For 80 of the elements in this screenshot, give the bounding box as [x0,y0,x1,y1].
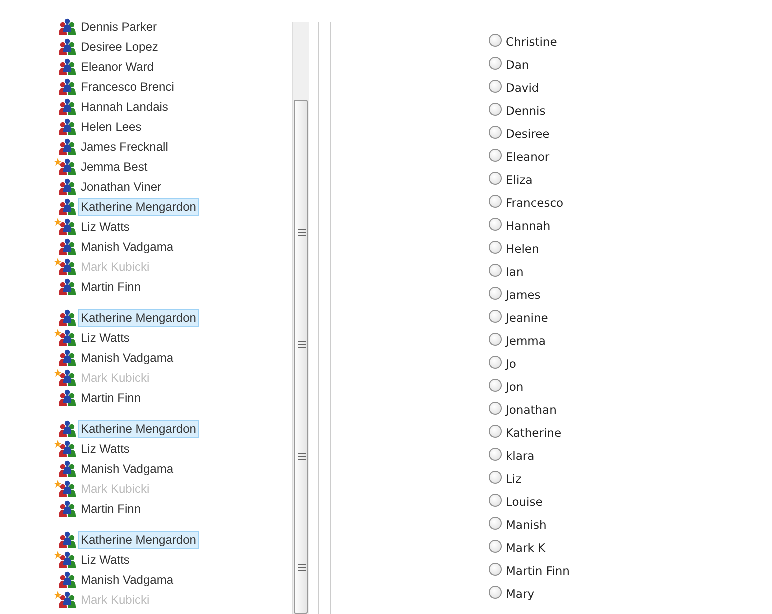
radio-label[interactable]: Louise [506,494,543,512]
radio-button[interactable] [489,287,502,300]
radio-button[interactable] [489,586,502,599]
tree-item[interactable]: Liz Watts [78,329,133,347]
radio-button[interactable] [489,241,502,254]
tree-item[interactable]: Katherine Mengardon [78,309,200,327]
radio-label[interactable]: Desiree [506,126,550,144]
radio-button[interactable] [489,80,502,93]
radio-button[interactable] [489,172,502,185]
grip-icon [298,564,306,571]
tree-item[interactable]: Jemma Best [78,158,151,176]
tree-item[interactable]: Manish Vadgama [78,238,176,256]
radio-label[interactable]: Jeanine [506,310,548,328]
radio-button[interactable] [489,448,502,461]
tree-item[interactable]: Martin Finn [78,500,144,518]
radio-label[interactable]: Christine [506,34,558,52]
tree-item[interactable]: Martin Finn [78,278,144,296]
tree-item[interactable]: James Frecknall [78,138,172,156]
radio-label[interactable]: Francesco [506,194,564,212]
radio-button[interactable] [489,517,502,530]
radio-label[interactable]: Katherine [506,424,562,442]
radio-button[interactable] [489,425,502,438]
radio-button[interactable] [489,333,502,346]
tree-item[interactable]: Manish Vadgama [78,349,176,367]
tree-item[interactable]: Eleanor Ward [78,58,157,76]
radio-label[interactable]: Manish [506,516,547,534]
radio-button[interactable] [489,563,502,576]
radio-button[interactable] [489,356,502,369]
radio-label[interactable]: Eleanor [506,148,550,166]
grip-icon [298,229,306,236]
radio-button[interactable] [489,57,502,70]
radio-button[interactable] [489,310,502,323]
grip-icon [298,341,306,348]
tree-item[interactable]: Dennis Parker [78,18,160,36]
tree-item[interactable]: Desiree Lopez [78,38,162,56]
tree-item[interactable]: Martin Finn [78,389,144,407]
tree-item[interactable]: Katherine Mengardon [78,420,200,438]
radio-label[interactable]: Helen [506,240,540,258]
tree-item[interactable]: Helen Lees [78,118,145,136]
tree-item[interactable]: Liz Watts [78,551,133,569]
radio-label[interactable]: Dan [506,56,530,74]
radio-button[interactable] [489,149,502,162]
radio-button[interactable] [489,494,502,507]
radio-button[interactable] [489,103,502,116]
radio-label[interactable]: Jemma [506,332,546,350]
radio-button[interactable] [489,379,502,392]
radio-label[interactable]: James [506,286,541,304]
radio-label[interactable]: Ian [506,264,524,282]
radio-label[interactable]: Eliza [506,172,533,190]
radio-label[interactable]: Mary [506,586,535,604]
radio-label[interactable]: Liz [506,470,522,488]
radio-button[interactable] [489,34,502,47]
tree-item[interactable]: Francesco Brenci [78,78,178,96]
tree-item[interactable]: Manish Vadgama [78,460,176,478]
scrollbar-thumb[interactable] [294,100,308,614]
radio-label[interactable]: klara [506,448,535,466]
tree-item[interactable]: Manish Vadgama [78,571,176,589]
radio-button[interactable] [489,126,502,139]
radio-label[interactable]: Martin Finn [506,562,570,580]
radio-label[interactable]: Mark K [506,540,546,558]
radio-button[interactable] [489,402,502,415]
tree-item[interactable]: Katherine Mengardon [78,198,200,216]
radio-label[interactable]: Jonathan [506,402,557,420]
radio-button[interactable] [489,218,502,231]
radio-label[interactable]: Hannah [506,218,551,236]
tree-item[interactable]: Hannah Landais [78,98,172,116]
radio-button[interactable] [489,471,502,484]
radio-label[interactable]: Jo [506,356,516,374]
radio-button[interactable] [489,195,502,208]
tree-item[interactable]: Katherine Mengardon [78,531,200,549]
tree-item[interactable]: Liz Watts [78,440,133,458]
scrollbar[interactable] [292,22,309,614]
radio-label[interactable]: Jon [506,378,524,396]
radio-label[interactable]: Dennis [506,102,546,120]
tree-item[interactable]: Jonathan Viner [78,178,165,196]
grip-icon [298,453,306,460]
radio-label[interactable]: David [506,80,540,98]
tree-item[interactable]: Liz Watts [78,218,133,236]
radio-button[interactable] [489,540,502,553]
radio-button[interactable] [489,264,502,277]
